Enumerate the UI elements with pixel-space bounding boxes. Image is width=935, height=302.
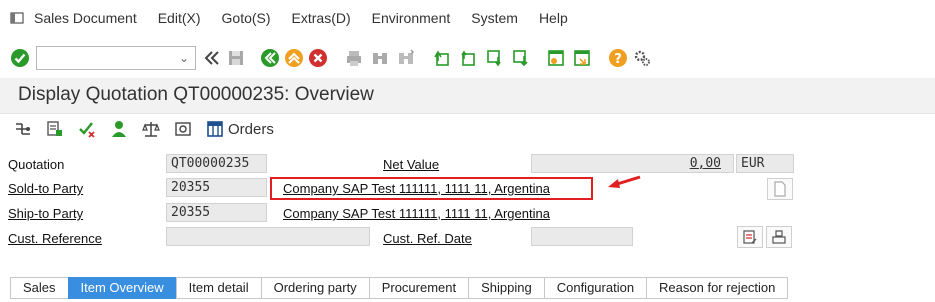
command-field[interactable]: ⌄ <box>36 46 196 70</box>
tab-reason-for-rejection[interactable]: Reason for rejection <box>646 277 789 299</box>
tab-sales[interactable]: Sales <box>10 277 68 299</box>
tab-strip: Sales Item Overview Item detail Ordering… <box>10 277 789 299</box>
sold-to-party-label[interactable]: Sold-to Party <box>8 181 83 196</box>
orders-button[interactable]: Orders <box>206 120 274 138</box>
quotation-field[interactable]: QT00000235 <box>166 154 267 173</box>
cust-ref-date-field[interactable] <box>531 227 633 246</box>
print-icon[interactable] <box>344 48 364 68</box>
menu-goto[interactable]: Goto(S) <box>222 10 271 26</box>
find-icon[interactable] <box>370 48 390 68</box>
menu-environment[interactable]: Environment <box>372 10 451 26</box>
notes-icon <box>743 230 757 244</box>
tab-ordering-party[interactable]: Ordering party <box>260 277 369 299</box>
menu-help[interactable]: Help <box>539 10 568 26</box>
menu-extras[interactable]: Extras(D) <box>292 10 351 26</box>
previous-page-icon[interactable] <box>458 48 478 68</box>
title-bar: Display Quotation QT00000235: Overview <box>0 78 935 114</box>
confirm-icon[interactable] <box>10 48 30 68</box>
net-value-label: Net Value <box>383 157 440 172</box>
application-toolbar: Orders <box>0 114 935 144</box>
settings-icon[interactable] <box>632 48 652 68</box>
generate-shortcut-icon[interactable] <box>572 48 592 68</box>
svg-text:?: ? <box>614 52 622 67</box>
currency-field[interactable]: EUR <box>736 154 794 173</box>
texts-icon[interactable] <box>174 120 192 138</box>
document-flow-icon[interactable] <box>14 120 32 138</box>
tab-item-detail[interactable]: Item detail <box>175 277 261 299</box>
cust-ref-date-label: Cust. Ref. Date <box>383 231 472 246</box>
double-chevron-left-icon[interactable] <box>202 48 222 68</box>
last-page-icon[interactable] <box>510 48 530 68</box>
system-toolbar: ⌄ ? <box>0 40 935 76</box>
check-incomplete-icon[interactable] <box>78 120 96 138</box>
chevron-down-icon[interactable]: ⌄ <box>179 51 189 65</box>
cancel-icon[interactable] <box>308 48 328 68</box>
partner-icon[interactable] <box>110 120 128 138</box>
print-preview-button[interactable] <box>766 226 792 248</box>
notes-button[interactable] <box>737 226 763 248</box>
page-title: Display Quotation QT00000235: Overview <box>18 84 374 105</box>
ship-to-party-label[interactable]: Ship-to Party <box>8 206 83 221</box>
cust-reference-field[interactable] <box>166 227 370 246</box>
tab-shipping[interactable]: Shipping <box>468 277 544 299</box>
menu-system[interactable]: System <box>471 10 518 26</box>
tab-configuration[interactable]: Configuration <box>543 277 647 299</box>
first-page-icon[interactable] <box>432 48 452 68</box>
print-preview-icon <box>772 230 786 244</box>
save-icon[interactable] <box>226 48 246 68</box>
ship-to-party-field[interactable]: 20355 <box>166 203 267 222</box>
menu-list-icon[interactable] <box>10 11 24 25</box>
net-value-field[interactable]: 0,00 <box>531 154 734 173</box>
highlight-box <box>270 177 593 200</box>
find-next-icon[interactable] <box>396 48 416 68</box>
back-icon[interactable] <box>260 48 280 68</box>
arrow-icon <box>608 175 641 188</box>
sold-to-party-field[interactable]: 20355 <box>166 178 267 197</box>
document-button[interactable] <box>767 178 793 200</box>
status-overview-icon[interactable] <box>46 120 64 138</box>
conditions-icon[interactable] <box>142 120 160 138</box>
menu-edit[interactable]: Edit(X) <box>158 10 201 26</box>
quotation-label: Quotation <box>8 157 65 172</box>
header-form: Quotation QT00000235 Net Value 0,00 EUR … <box>0 150 935 250</box>
exit-icon[interactable] <box>284 48 304 68</box>
menu-sales-document[interactable]: Sales Document <box>34 10 137 26</box>
tab-item-overview[interactable]: Item Overview <box>67 277 176 299</box>
document-icon <box>774 181 786 197</box>
cust-reference-label[interactable]: Cust. Reference <box>8 231 102 246</box>
menu-bar: Sales Document Edit(X) Goto(S) Extras(D)… <box>0 0 935 36</box>
table-icon <box>207 121 223 137</box>
create-session-icon[interactable] <box>546 48 566 68</box>
orders-label: Orders <box>228 120 274 138</box>
next-page-icon[interactable] <box>484 48 504 68</box>
help-icon[interactable]: ? <box>608 48 628 68</box>
ship-to-party-description: Company SAP Test 111111, 1111 11, Argent… <box>283 206 550 221</box>
tab-procurement[interactable]: Procurement <box>368 277 469 299</box>
